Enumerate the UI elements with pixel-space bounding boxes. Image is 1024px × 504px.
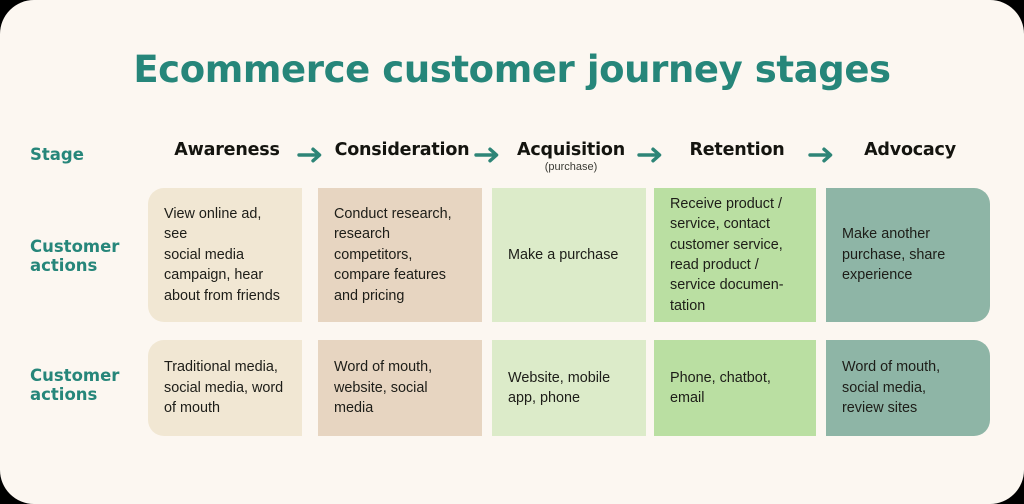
cell-text: Make another purchase, share experience xyxy=(842,226,946,284)
cell-text: Phone, chatbot, email xyxy=(670,369,771,406)
page-title: Ecommerce customer journey stages xyxy=(133,48,891,91)
stage-subtitle: (purchase) xyxy=(544,161,598,173)
stage-header-consideration: Consideration xyxy=(318,140,486,182)
stage-name: Advocacy xyxy=(864,140,956,160)
stage-header-acquisition: Acquisition (purchase) xyxy=(492,140,650,182)
stage-header-retention: Retention xyxy=(654,140,820,182)
cell-text: Conduct research, research competitors, … xyxy=(334,205,452,304)
journey-map-card: Ecommerce customer journey stages Stage … xyxy=(0,0,1024,504)
cell-text: Receive product / service, contact custo… xyxy=(670,195,784,314)
matrix-cell: Word of mouth, website, social media xyxy=(318,340,482,436)
cell-text: Make a purchase xyxy=(508,246,619,263)
matrix-cell: Conduct research, research competitors, … xyxy=(318,188,482,322)
stage-header-row: Awareness Consideration Acquisition (pur… xyxy=(148,140,994,182)
matrix-cell: Phone, chatbot, email xyxy=(654,340,816,436)
stage-name: Awareness xyxy=(174,140,280,160)
matrix-cell: Receive product / service, contact custo… xyxy=(654,188,816,322)
matrix-cell: Traditional media, social media, word of… xyxy=(148,340,302,436)
cell-text: Word of mouth, website, social media xyxy=(334,359,433,417)
matrix-cell: Word of mouth, social media, review site… xyxy=(826,340,990,436)
row-label-customer-actions-2: Customer actions xyxy=(30,366,120,404)
row-label-customer-actions-1: Customer actions xyxy=(30,237,120,275)
stage-name: Retention xyxy=(689,140,785,160)
matrix-cell: Make a purchase xyxy=(492,188,646,322)
row-label-stage: Stage xyxy=(30,145,84,164)
cell-text: Word of mouth, social media, review site… xyxy=(842,359,941,417)
stage-header-advocacy: Advocacy xyxy=(826,140,994,182)
stage-name: Acquisition xyxy=(517,140,625,160)
cell-text: Traditional media, social media, word of… xyxy=(164,359,284,417)
cell-text: Website, mobile app, phone xyxy=(508,369,611,406)
matrix-cell: View online ad, see social media campaig… xyxy=(148,188,302,322)
stage-header-awareness: Awareness xyxy=(148,140,306,182)
stage-name: Consideration xyxy=(334,140,470,160)
matrix-cell: Make another purchase, share experience xyxy=(826,188,990,322)
cell-text: View online ad, see social media campaig… xyxy=(164,205,280,304)
matrix-cell: Website, mobile app, phone xyxy=(492,340,646,436)
